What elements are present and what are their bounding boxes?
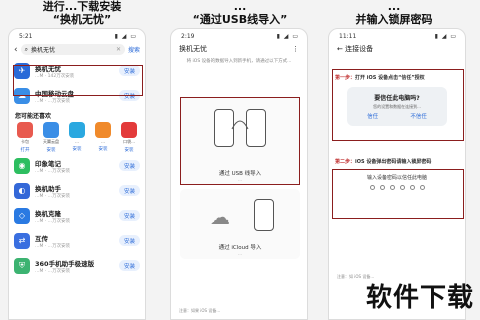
app-meta: …M · …万次安装 (35, 268, 71, 274)
status-bar: 2:19 ▮ ◢ ▭ (171, 29, 307, 41)
grid-label: 天翼云盘 (43, 139, 59, 144)
highlight-box (332, 69, 464, 141)
status-icons: ▮ ◢ ▭ (434, 33, 457, 40)
install-button[interactable]: 安装 (118, 160, 140, 171)
app-icon (95, 122, 111, 138)
app-meta: …M · …万次安装 (35, 243, 71, 249)
app-name: 互传 (35, 234, 48, 243)
app-icon (121, 122, 137, 138)
page-title: 连接设备 (345, 45, 374, 53)
app-name: 印象笔记 (35, 159, 61, 168)
grid-label: 卡包 (21, 139, 29, 144)
watermark-text: 软件下载 (365, 283, 474, 313)
phone-app-store: 5:21 ▮ ◢ ▭ ‹ ⌕ 换机无忧 ✕ 搜索 ✈ 换机无忧 …M · 142… (8, 28, 146, 320)
caption-step-1: 进行...下载安装 “换机无忧” (42, 0, 122, 26)
note-text: 注意：如果 iOS 设备... (179, 307, 221, 313)
grid-label: ... (101, 139, 105, 144)
swirl-icon: ◐ (14, 182, 30, 199)
search-row: ‹ ⌕ 换机无忧 ✕ 搜索 (9, 41, 145, 58)
title-bar: 换机无忧 ⋮ (171, 41, 307, 57)
back-arrow-icon[interactable]: ← (337, 45, 345, 53)
grid-app[interactable]: 天翼云盘 安装 (41, 122, 61, 153)
app-meta: …M · …万次安装 (35, 98, 71, 104)
grid-label: ... (75, 139, 79, 144)
icloud-import-card[interactable]: ☁ 通过 iCloud 导入 ... (180, 189, 300, 259)
search-icon: ⌕ (24, 45, 28, 53)
app-row[interactable]: ◉ 印象笔记 …M · …万次安装 安装 (9, 153, 145, 178)
app-name: 换机克隆 (35, 209, 61, 218)
grid-label: 口袋... (123, 139, 135, 144)
page-title: 换机无忧 (179, 45, 207, 53)
cloud-icon: ☁ (210, 205, 230, 229)
app-row[interactable]: ◐ 换机助手 …M · …万次安装 安装 (9, 178, 145, 203)
highlight-box (13, 65, 143, 96)
search-input[interactable]: ⌕ 换机无忧 ✕ (20, 44, 125, 55)
clear-icon[interactable]: ✕ (116, 46, 121, 53)
app-name: 360手机助手极速版 (35, 259, 95, 268)
app-meta: …M · …万次安装 (35, 168, 71, 174)
app-icon (43, 122, 59, 138)
grid-app[interactable]: 口袋... 安装 (119, 122, 139, 153)
back-arrow-icon[interactable]: ‹ (14, 45, 18, 55)
highlight-box (332, 169, 464, 219)
icloud-import-label: 通过 iCloud 导入 (218, 245, 262, 251)
install-button[interactable]: 安装 (118, 210, 140, 221)
app-name: 换机助手 (35, 184, 61, 193)
step-2-prefix: 第二步： (335, 159, 356, 165)
caption-step-3: ... 并输入锁屏密码 (355, 0, 433, 26)
install-button[interactable]: 安装 (118, 235, 140, 246)
title-bar: ← 连接设备 (329, 41, 465, 57)
step-2: 第二步：iOS 设备弹出密码请输入锁屏密码 (329, 155, 465, 168)
page-title-wrap: ← 连接设备 (337, 44, 373, 54)
more-icon[interactable]: ⋮ (292, 45, 299, 53)
app-row[interactable]: ◇ 换机克隆 …M · …万次安装 安装 (9, 203, 145, 228)
app-row[interactable]: ⛨ 360手机助手极速版 …M · …万次安装 安装 (9, 253, 145, 278)
status-icons: ▮ ◢ ▭ (276, 33, 299, 40)
grid-button[interactable]: 安装 (119, 147, 139, 153)
phone-icon (254, 199, 274, 231)
grid-button[interactable]: 安装 (41, 147, 61, 153)
install-button[interactable]: 安装 (118, 185, 140, 196)
app-meta: …M · …万次安装 (35, 218, 71, 224)
clone-icon: ◇ (14, 207, 30, 224)
shield-icon: ⛨ (14, 257, 30, 274)
transfer-icon: ⇄ (14, 232, 30, 249)
app-icon (17, 122, 33, 138)
grid-app[interactable]: 卡包 打开 (15, 122, 35, 153)
status-time: 5:21 (19, 33, 33, 40)
app-icon (69, 122, 85, 138)
app-meta: …M · …万次安装 (35, 193, 71, 199)
grid-button[interactable]: 安装 (93, 146, 113, 152)
app-row[interactable]: ⇄ 互传 …M · …万次安装 安装 (9, 228, 145, 253)
elephant-icon: ◉ (14, 157, 30, 174)
status-time: 11:11 (339, 33, 357, 40)
caption-step-2: ... “通过USB线导入” (192, 0, 288, 26)
search-button[interactable]: 搜索 (128, 45, 140, 54)
section-title: 您可能还喜欢 (15, 113, 52, 120)
status-icons: ▮ ◢ ▭ (114, 33, 137, 40)
step-2-text: iOS 设备弹出密码请输入锁屏密码 (355, 159, 432, 165)
grid-button[interactable]: 安装 (67, 146, 87, 152)
grid-app[interactable]: ... 安装 (93, 122, 113, 153)
phone-import-method: 2:19 ▮ ◢ ▭ 换机无忧 ⋮ 将 iOS 设备的数据导入到新手机，请通过以… (170, 28, 308, 320)
grid-app[interactable]: ... 安装 (67, 122, 87, 153)
usb-import-card[interactable]: 通过 USB 线导入 ... (180, 97, 300, 185)
status-bar: 5:21 ▮ ◢ ▭ (9, 29, 145, 41)
install-button[interactable]: 安装 (118, 260, 140, 271)
highlight-box (180, 97, 300, 185)
grid-button[interactable]: 打开 (15, 147, 35, 153)
search-value: 换机无忧 (30, 47, 55, 54)
description: 将 iOS 设备的数据导入到新手机，请通过以下方式... (186, 59, 292, 64)
icloud-import-sub: ... (238, 251, 242, 256)
status-bar: 11:11 ▮ ◢ ▭ (329, 29, 465, 41)
status-time: 2:19 (181, 33, 195, 40)
recommend-grid: 卡包 打开 天翼云盘 安装 ... 安装 ... 安装 口袋... 安装 (9, 122, 145, 153)
